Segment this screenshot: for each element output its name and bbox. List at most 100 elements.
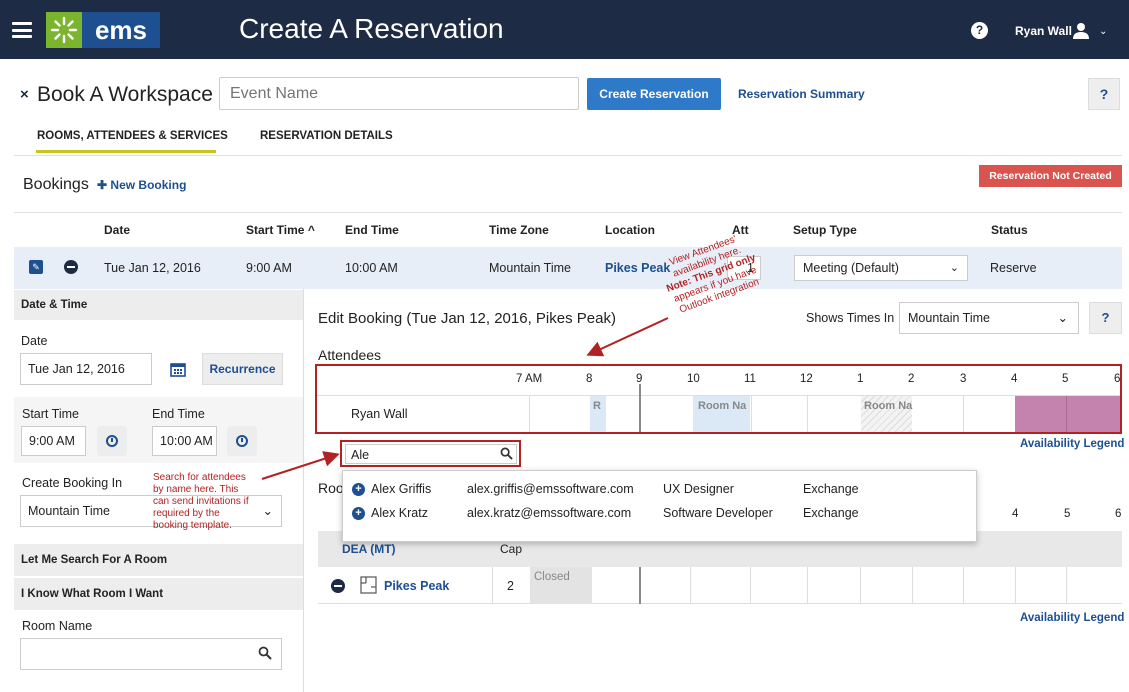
row-start: 9:00 AM xyxy=(246,261,292,275)
col-start-label: Start Time xyxy=(246,223,305,237)
logo[interactable]: ems xyxy=(46,12,160,48)
end-time-input[interactable]: 10:00 AM xyxy=(152,426,217,456)
status-badge: Reservation Not Created xyxy=(979,165,1122,187)
reservation-summary-link[interactable]: Reservation Summary xyxy=(738,87,865,101)
attendee-results-dropdown: + Alex Griffis alex.griffis@emssoftware.… xyxy=(342,470,977,542)
sort-asc-icon: ^ xyxy=(307,223,315,237)
setup-type-select[interactable]: Meeting (Default) ⌄ xyxy=(794,255,968,281)
grid-line xyxy=(860,567,861,604)
col-setup-type[interactable]: Setup Type xyxy=(793,223,857,237)
app-name: ems xyxy=(82,12,160,48)
new-booking-label: New Booking xyxy=(110,178,187,192)
note-line: Search for attendees xyxy=(153,472,246,483)
new-booking-button[interactable]: ✚ New Booking xyxy=(97,178,186,192)
col-date[interactable]: Date xyxy=(104,223,130,237)
note-line: by name here. This xyxy=(153,484,239,495)
shows-times-label: Shows Times In xyxy=(806,311,895,325)
row-status: Reserve xyxy=(990,261,1037,275)
grid-line xyxy=(690,567,691,604)
tab-reservation-details[interactable]: RESERVATION DETAILS xyxy=(260,130,393,142)
page-title: Create A Reservation xyxy=(239,13,504,44)
start-time-label: Start Time xyxy=(22,407,79,421)
time-tick: 4 xyxy=(1012,508,1019,520)
row-end: 10:00 AM xyxy=(345,261,398,275)
recurrence-button[interactable]: Recurrence xyxy=(202,353,283,385)
room-name-input[interactable] xyxy=(20,638,282,670)
help-icon[interactable]: ? xyxy=(971,22,988,39)
timezone-value: Mountain Time xyxy=(908,311,990,325)
result-name: Alex Griffis xyxy=(371,482,432,496)
note-line: can send invitations if xyxy=(153,496,249,507)
date-input[interactable]: Tue Jan 12, 2016 xyxy=(20,353,152,385)
grid-line xyxy=(912,567,913,604)
plus-icon[interactable]: + xyxy=(352,507,365,520)
know-room-header[interactable]: I Know What Room I Want xyxy=(14,578,303,610)
start-time-input[interactable]: 9:00 AM xyxy=(21,426,86,456)
menu-icon[interactable] xyxy=(12,22,32,38)
result-email: alex.kratz@emssoftware.com xyxy=(467,506,632,520)
clock-icon[interactable] xyxy=(227,426,257,456)
availability-legend-link[interactable]: Availability Legend xyxy=(1020,612,1124,624)
attendees-title: Attendees xyxy=(318,347,382,363)
grid-line xyxy=(750,567,751,604)
create-reservation-button[interactable]: Create Reservation xyxy=(587,78,721,110)
result-source: Exchange xyxy=(803,482,859,496)
annotation-note: Search for attendees by name here. This … xyxy=(153,472,283,532)
logo-icon xyxy=(46,12,82,48)
timezone-select[interactable]: Mountain Time ⌄ xyxy=(899,302,1079,334)
help-button[interactable]: ? xyxy=(1088,78,1120,110)
calendar-icon[interactable] xyxy=(158,353,198,385)
minus-icon[interactable] xyxy=(331,579,345,593)
time-tick: 6 xyxy=(1115,508,1122,520)
book-title: Book A Workspace xyxy=(37,83,213,106)
setup-type-value: Meeting (Default) xyxy=(803,261,899,275)
edit-icon[interactable]: ✎ xyxy=(29,260,43,274)
user-name[interactable]: Ryan Wall xyxy=(1015,24,1072,38)
current-time-line xyxy=(639,567,641,604)
close-icon[interactable]: × xyxy=(20,86,29,103)
room-name-link[interactable]: Pikes Peak xyxy=(384,579,449,593)
create-in-value: Mountain Time xyxy=(28,504,110,518)
grid-line xyxy=(1066,567,1067,604)
col-time-zone[interactable]: Time Zone xyxy=(489,223,549,237)
date-label: Date xyxy=(21,334,48,348)
room-capacity: 2 xyxy=(507,579,514,593)
availability-legend-link[interactable]: Availability Legend xyxy=(1020,438,1124,450)
divider xyxy=(14,212,1122,213)
chevron-down-icon[interactable]: ⌄ xyxy=(1099,26,1107,37)
event-name-input[interactable] xyxy=(219,77,579,110)
result-title: Software Developer xyxy=(663,506,773,520)
tab-rooms-attendees-services[interactable]: ROOMS, ATTENDEES & SERVICES xyxy=(37,130,228,142)
col-start-time[interactable]: Start Time ^ xyxy=(246,223,315,237)
grid-line xyxy=(1015,567,1016,604)
end-time-label: End Time xyxy=(152,407,205,421)
chevron-down-icon: ⌄ xyxy=(949,262,959,274)
search-room-header[interactable]: Let Me Search For A Room xyxy=(14,544,303,576)
col-location[interactable]: Location xyxy=(605,223,655,237)
room-icon xyxy=(360,576,377,597)
plus-icon: ✚ xyxy=(97,178,108,192)
active-tab-underline xyxy=(36,150,216,153)
row-date: Tue Jan 12, 2016 xyxy=(104,261,201,275)
search-icon[interactable] xyxy=(258,646,272,663)
cap-label: Cap xyxy=(500,542,523,556)
user-icon[interactable] xyxy=(1072,22,1090,43)
note-line: booking template. xyxy=(153,520,232,531)
clock-icon[interactable] xyxy=(97,426,127,456)
attendee-search-input[interactable]: Ale xyxy=(345,444,517,464)
room-group-label[interactable]: DEA (MT) xyxy=(342,542,396,556)
col-status[interactable]: Status xyxy=(991,223,1028,237)
annotation-frame xyxy=(315,364,1122,434)
search-icon[interactable] xyxy=(500,447,513,463)
grid-line xyxy=(963,567,964,604)
bookings-title: Bookings xyxy=(23,176,89,193)
plus-icon[interactable]: + xyxy=(352,483,365,496)
col-end-time[interactable]: End Time xyxy=(345,223,399,237)
result-title: UX Designer xyxy=(663,482,734,496)
chevron-down-icon: ⌄ xyxy=(1057,311,1068,325)
minus-icon[interactable] xyxy=(64,260,78,274)
help-button[interactable]: ? xyxy=(1089,302,1122,334)
list-item[interactable]: + Alex Griffis alex.griffis@emssoftware.… xyxy=(343,478,976,502)
date-time-header[interactable]: Date & Time xyxy=(14,290,303,320)
list-item[interactable]: + Alex Kratz alex.kratz@emssoftware.com … xyxy=(343,502,976,526)
